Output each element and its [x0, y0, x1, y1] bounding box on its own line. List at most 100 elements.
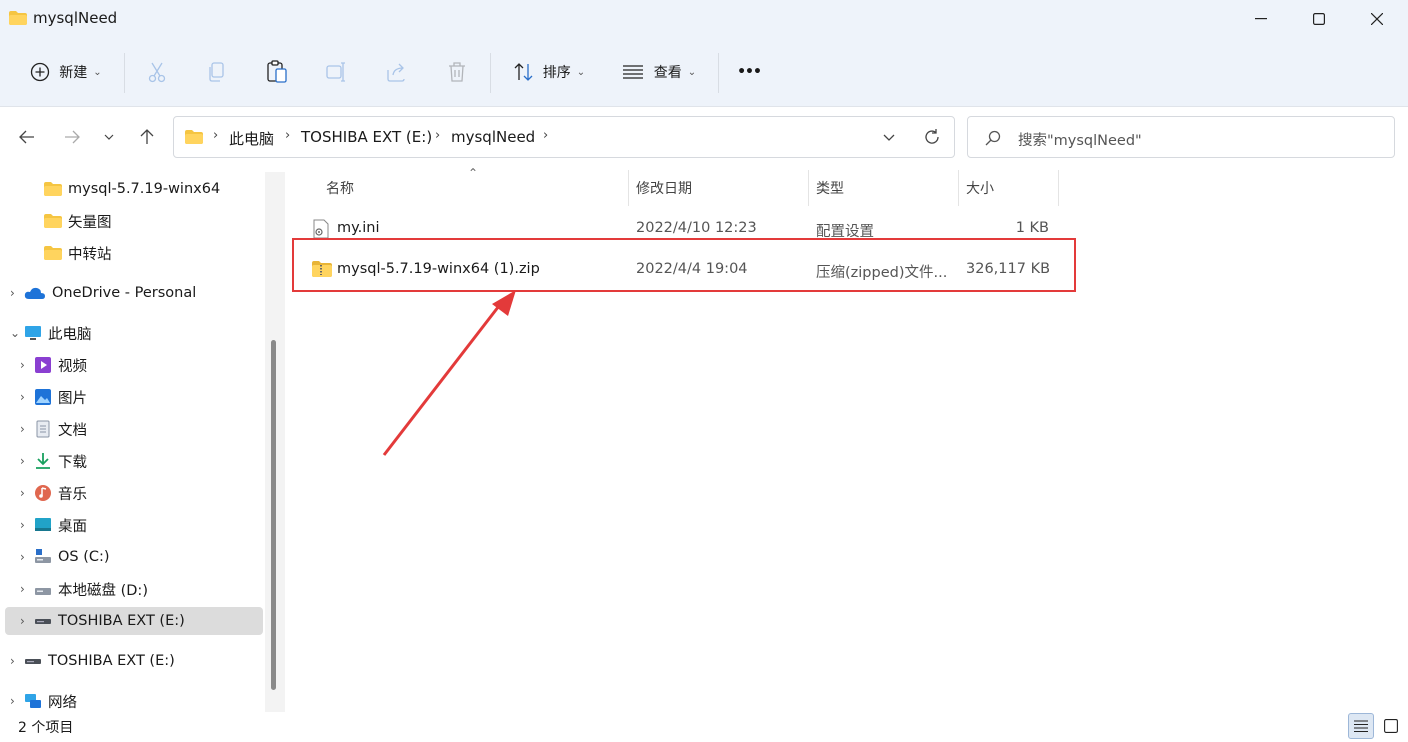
- new-label: 新建: [59, 65, 88, 81]
- sidebar-item-downloads[interactable]: › 下载: [20, 446, 87, 476]
- sidebar-item-label: mysql-5.7.19-winx64: [68, 181, 221, 197]
- sidebar-item-desktop[interactable]: › 桌面: [20, 510, 87, 540]
- column-divider[interactable]: [958, 170, 959, 206]
- sidebar-item-label: 下载: [58, 454, 87, 471]
- minimize-button[interactable]: [1232, 0, 1290, 38]
- address-bar[interactable]: [173, 116, 955, 158]
- annotation-arrow: [382, 290, 516, 456]
- refresh-button[interactable]: [915, 120, 949, 154]
- sidebar-item-vector[interactable]: 矢量图: [44, 206, 112, 236]
- system-drive-icon: [35, 549, 51, 563]
- chevron-right-icon[interactable]: ›: [20, 454, 34, 468]
- column-header-type[interactable]: 类型: [816, 178, 844, 198]
- chevron-right-icon[interactable]: ›: [10, 694, 24, 708]
- sidebar-item-transfer[interactable]: 中转站: [44, 238, 112, 268]
- monitor-icon: [25, 326, 41, 340]
- chevron-right-icon[interactable]: ›: [10, 654, 24, 668]
- video-icon: [35, 357, 51, 373]
- tiles-view-button[interactable]: [1378, 713, 1404, 739]
- scissors-icon: [148, 62, 166, 83]
- copy-button[interactable]: [198, 50, 236, 94]
- file-size: 1 KB: [1015, 220, 1049, 236]
- cloud-icon: [24, 287, 45, 299]
- file-name[interactable]: my.ini: [337, 220, 380, 236]
- chevron-right-icon: ›: [213, 128, 219, 143]
- maximize-button[interactable]: [1290, 0, 1348, 38]
- up-button[interactable]: [130, 120, 164, 154]
- chevron-right-icon[interactable]: ›: [20, 518, 34, 532]
- address-dropdown-button[interactable]: [872, 120, 906, 154]
- chevron-right-icon[interactable]: ›: [20, 582, 34, 596]
- sidebar-item-drive-e-selected[interactable]: › TOSHIBA EXT (E:): [20, 606, 185, 636]
- chevron-right-icon[interactable]: ›: [10, 286, 24, 300]
- column-divider[interactable]: [628, 170, 629, 206]
- sidebar-item-drive-d[interactable]: › 本地磁盘 (D:): [20, 574, 148, 604]
- sidebar-item-label: 文档: [58, 422, 87, 439]
- arrow-right-icon: [65, 130, 80, 144]
- paste-button[interactable]: [258, 50, 296, 94]
- breadcrumb-mysqlneed[interactable]: mysqlNeed: [451, 128, 535, 146]
- sidebar-item-drive-c[interactable]: › OS (C:): [20, 542, 110, 572]
- chevron-down-icon[interactable]: ⌄: [10, 326, 24, 340]
- chevron-down-icon: ⌄: [93, 66, 102, 78]
- search-placeholder[interactable]: 搜索"mysqlNeed": [1018, 129, 1142, 150]
- search-icon: [985, 130, 1001, 146]
- folder-icon: [44, 214, 62, 228]
- column-header-name[interactable]: 名称: [326, 178, 354, 198]
- trash-icon: [449, 62, 465, 82]
- list-view-icon: [622, 65, 643, 79]
- sidebar-item-label: 网络: [48, 694, 77, 711]
- details-view-button[interactable]: [1348, 713, 1374, 739]
- share-icon: [387, 63, 405, 82]
- forward-button[interactable]: [55, 120, 89, 154]
- folder-icon: [185, 130, 203, 144]
- column-header-size[interactable]: 大小: [966, 178, 994, 198]
- share-button[interactable]: [378, 50, 416, 94]
- sidebar-item-mysql-folder[interactable]: mysql-5.7.19-winx64: [44, 174, 220, 204]
- sort-icon: [514, 63, 533, 81]
- rename-icon: [326, 62, 345, 82]
- new-button[interactable]: 新建 ⌄: [20, 50, 112, 94]
- chevron-right-icon[interactable]: ›: [20, 486, 34, 500]
- column-header-modified[interactable]: 修改日期: [636, 178, 692, 198]
- sidebar-item-videos[interactable]: › 视频: [20, 350, 87, 380]
- sidebar-item-this-pc[interactable]: ⌄ 此电脑: [10, 318, 92, 348]
- toolbar-divider: [124, 53, 125, 93]
- sidebar-item-music[interactable]: › 音乐: [20, 478, 87, 508]
- external-drive-icon: [35, 619, 51, 624]
- breadcrumb-this-pc[interactable]: 此电脑: [229, 128, 274, 149]
- maximize-icon: [1313, 13, 1325, 25]
- sidebar-item-onedrive[interactable]: › OneDrive - Personal: [10, 278, 196, 308]
- chevron-right-icon[interactable]: ›: [20, 614, 34, 628]
- more-button[interactable]: •••: [730, 50, 768, 94]
- back-button[interactable]: [10, 120, 44, 154]
- recent-locations-button[interactable]: [94, 120, 124, 154]
- chevron-down-icon: [883, 134, 895, 141]
- rename-button[interactable]: [318, 50, 356, 94]
- chevron-right-icon[interactable]: ›: [20, 550, 34, 564]
- close-button[interactable]: [1348, 0, 1406, 38]
- window-title: mysqlNeed: [33, 9, 118, 27]
- delete-button[interactable]: [438, 50, 476, 94]
- sidebar-scrollbar-thumb[interactable]: [271, 340, 276, 690]
- view-button[interactable]: 查看 ⌄: [612, 50, 706, 94]
- sort-button[interactable]: 排序 ⌄: [504, 50, 594, 94]
- chevron-right-icon[interactable]: ›: [20, 422, 34, 436]
- breadcrumb-drive-e[interactable]: TOSHIBA EXT (E:): [301, 128, 432, 146]
- sidebar-item-network[interactable]: › 网络: [10, 686, 77, 716]
- sidebar-item-label: 音乐: [58, 486, 87, 503]
- chevron-down-icon: ⌄: [687, 66, 697, 78]
- column-divider[interactable]: [1058, 170, 1059, 206]
- sidebar-item-drive-e[interactable]: › TOSHIBA EXT (E:): [10, 646, 175, 676]
- network-icon: [25, 694, 41, 708]
- sidebar-item-label: OneDrive - Personal: [52, 285, 197, 301]
- sidebar-item-documents[interactable]: › 文档: [20, 414, 87, 444]
- sidebar-item-label: 矢量图: [68, 214, 112, 231]
- chevron-right-icon[interactable]: ›: [20, 358, 34, 372]
- minimize-icon: [1255, 18, 1267, 20]
- cut-button[interactable]: [138, 50, 176, 94]
- column-divider[interactable]: [808, 170, 809, 206]
- sidebar-item-label: 此电脑: [48, 326, 92, 343]
- sidebar-item-pictures[interactable]: › 图片: [20, 382, 87, 412]
- chevron-right-icon[interactable]: ›: [20, 390, 34, 404]
